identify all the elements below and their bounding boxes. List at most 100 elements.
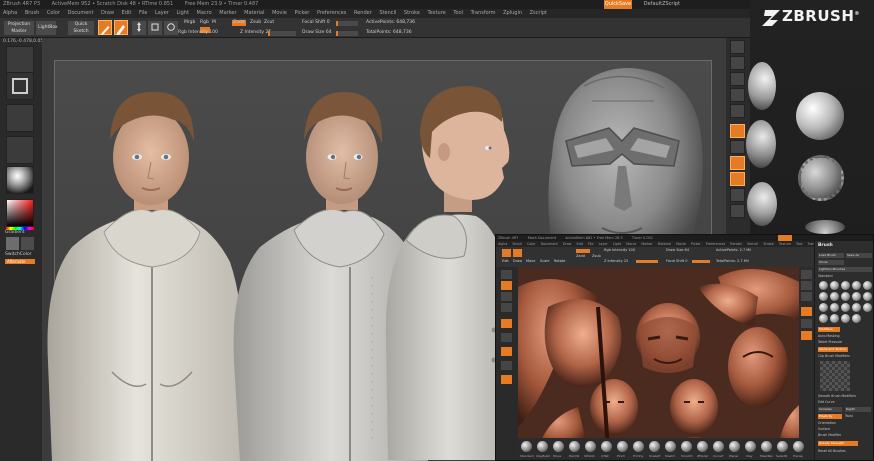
sub-texture-slot[interactable] [501, 303, 512, 312]
menu-texture[interactable]: Texture [427, 10, 445, 16]
sub-scale-button[interactable]: Scale [540, 259, 549, 263]
sub-material-slot[interactable] [501, 319, 512, 328]
menu-zscript[interactable]: Zscript [530, 10, 547, 16]
menu-edit[interactable]: Edit [122, 10, 132, 16]
sub-floor-button[interactable] [801, 319, 812, 328]
sub-z-intensity-track[interactable] [636, 260, 658, 263]
persp-button[interactable] [730, 124, 745, 138]
brush-tile[interactable] [852, 281, 861, 290]
brush-tile[interactable] [830, 303, 839, 312]
modifiers-section[interactable]: Modifiers [818, 327, 840, 332]
menu-color[interactable]: Color [47, 10, 60, 16]
sub-alpha-slot[interactable] [501, 292, 512, 301]
sub-zsub-button[interactable]: Zsub [592, 254, 601, 258]
sub-color-slot[interactable] [501, 333, 512, 342]
brush-modifier-section[interactable]: Brush Modifier [818, 433, 841, 437]
alpha-preview[interactable] [820, 361, 850, 391]
menu-light[interactable]: Light [176, 10, 188, 16]
sub-menu-color[interactable]: Color [527, 242, 536, 246]
texture-slot[interactable] [6, 136, 34, 164]
menu-tool[interactable]: Tool [453, 10, 463, 16]
sub-local-button[interactable] [801, 331, 812, 340]
brush-thumb[interactable] [681, 441, 692, 452]
sub-menu-light[interactable]: Light [613, 242, 621, 246]
quicksave-button[interactable]: QuickSave [604, 0, 632, 9]
load-brush-button[interactable]: Load Brush [818, 253, 844, 258]
actual-button[interactable] [730, 104, 745, 118]
sub-menu-render[interactable]: Render [730, 242, 742, 246]
surface-section[interactable]: Surface [818, 427, 830, 431]
sub-z-intensity[interactable]: Z Intensity 25 [604, 259, 628, 263]
menu-document[interactable]: Document [68, 10, 94, 16]
lightbox-button[interactable]: LightBox [36, 21, 58, 35]
z-intensity-track[interactable] [268, 31, 296, 36]
zadd-button[interactable]: Zadd [232, 20, 246, 26]
brush-thumb[interactable] [793, 441, 804, 452]
alternate-button[interactable]: Alternate [5, 259, 35, 264]
mrgb-toggle[interactable]: Mrgb [184, 20, 195, 25]
brush-tile[interactable] [863, 303, 872, 312]
sub-menu-stencil[interactable]: Stencil [747, 242, 758, 246]
sub-gradient-toggle[interactable] [501, 347, 512, 356]
brush-tile[interactable] [841, 292, 850, 301]
brush-tile[interactable] [852, 314, 861, 323]
sub-menu-macro[interactable]: Macro [626, 242, 636, 246]
focal-shift-slider[interactable]: Focal Shift 0 [302, 20, 330, 25]
sub-menu-alpha[interactable]: Alpha [498, 242, 507, 246]
xyz-button[interactable] [730, 172, 745, 186]
sub-swatch[interactable] [501, 361, 512, 370]
brush-thumb[interactable] [745, 441, 756, 452]
brush-thumb[interactable] [521, 441, 532, 452]
zsub-button[interactable]: Zsub [250, 20, 261, 25]
orientation-section[interactable]: Orientation [818, 421, 836, 425]
brush-tile[interactable] [852, 292, 861, 301]
menu-marker[interactable]: Marker [219, 10, 236, 16]
sub-menu-brush[interactable]: Brush [512, 242, 522, 246]
alpha-slot[interactable] [6, 104, 34, 132]
menu-transform[interactable]: Transform [471, 10, 496, 16]
sub-bpr-button[interactable] [801, 270, 812, 279]
sub-scroll-button[interactable] [801, 292, 812, 301]
brush-tile[interactable] [841, 303, 850, 312]
switch-color-button[interactable]: SwitchColor [5, 252, 32, 257]
brush-palette-title[interactable]: Brush [818, 243, 833, 248]
sub-menu-file[interactable]: File [588, 242, 594, 246]
sub-spix-button[interactable] [801, 281, 812, 290]
bpr-button[interactable] [730, 40, 745, 54]
brush-tile[interactable] [819, 314, 828, 323]
brush-thumb[interactable] [553, 441, 564, 452]
twist-section[interactable]: Twist [845, 414, 853, 418]
sub-menu-stroke[interactable]: Stroke [763, 242, 774, 246]
tablet-pressure-section[interactable]: Tablet Pressure [818, 340, 842, 344]
brush-thumb[interactable] [569, 441, 580, 452]
menu-movie[interactable]: Movie [272, 10, 287, 16]
menu-stencil[interactable]: Stencil [379, 10, 396, 16]
draw-size-track[interactable] [336, 31, 358, 36]
alpha-texture-section[interactable]: Alpha and Texture [818, 347, 848, 352]
brush-thumb[interactable] [601, 441, 612, 452]
draw-size-slider[interactable]: Draw Size 64 [302, 30, 332, 35]
z-intensity-slider[interactable]: Z Intensity 25 [240, 30, 271, 35]
sub-menu-edit[interactable]: Edit [577, 242, 583, 246]
sub-menu-picker[interactable]: Picker [691, 242, 701, 246]
sub-menu-movie[interactable]: Movie [676, 242, 686, 246]
menu-alpha[interactable]: Alpha [3, 10, 17, 16]
sub-alternate-button[interactable] [501, 375, 512, 384]
m-toggle[interactable]: M [212, 20, 216, 25]
move-view-button[interactable] [730, 204, 745, 218]
brush-thumb[interactable] [633, 441, 644, 452]
sub-menu-tool[interactable]: Tool [796, 242, 802, 246]
secondary-color-swatch[interactable] [21, 237, 34, 250]
brush-tile[interactable] [852, 303, 861, 312]
sub-focal-track[interactable] [692, 260, 710, 263]
lightbox-brushes-button[interactable]: Lightbox›Brushes [818, 267, 872, 272]
material-slot[interactable] [6, 166, 34, 194]
sub-focal-shift[interactable]: Focal Shift 0 [666, 259, 687, 263]
sub-menu-texture[interactable]: Texture [779, 242, 791, 246]
menu-material[interactable]: Material [244, 10, 264, 16]
brush-thumb[interactable] [585, 441, 596, 452]
brush-tile[interactable] [841, 281, 850, 290]
brush-thumb[interactable] [761, 441, 772, 452]
menu-brush[interactable]: Brush [25, 10, 39, 16]
save-as-button[interactable]: Save As [846, 253, 872, 258]
